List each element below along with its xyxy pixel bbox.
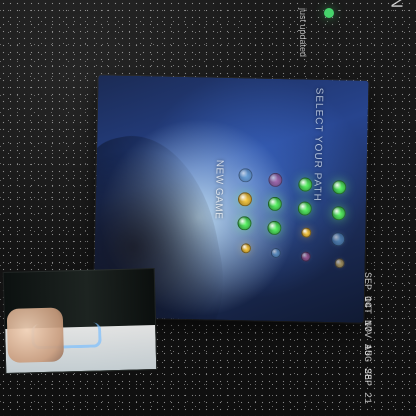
orb-node[interactable]: [267, 196, 283, 212]
orb-node[interactable]: [238, 168, 253, 183]
orb-node[interactable]: [270, 247, 281, 259]
webcam-strip: [2, 268, 158, 374]
orb-node[interactable]: [301, 227, 312, 238]
orb-node[interactable]: [237, 216, 252, 231]
status-tag: just updated: [298, 8, 308, 58]
orb-node[interactable]: [298, 177, 313, 192]
orb-node[interactable]: [297, 201, 312, 216]
date-item: SEP 21: [361, 368, 372, 405]
orb-node[interactable]: [300, 251, 311, 262]
orb-node[interactable]: [334, 258, 345, 269]
status-indicator: [324, 8, 334, 18]
orb-node[interactable]: [268, 172, 283, 188]
face: [6, 307, 65, 363]
game-heading: NEW GAME: [212, 159, 225, 220]
photo-scene: LONDON just updated NEW GAME SELECT YOUR…: [0, 0, 416, 416]
orb-node[interactable]: [331, 232, 346, 247]
orb-node[interactable]: [267, 220, 282, 236]
orb-node[interactable]: [237, 192, 253, 207]
orb-node[interactable]: [331, 206, 346, 221]
corner-title: LONDON: [386, 0, 404, 10]
orb-node[interactable]: [332, 180, 347, 195]
date-list: SEP 14 OCT 17 NOV 15 AUG 28 SEP 21: [361, 272, 412, 412]
orb-node[interactable]: [240, 243, 252, 254]
orb-grid: [226, 168, 369, 282]
